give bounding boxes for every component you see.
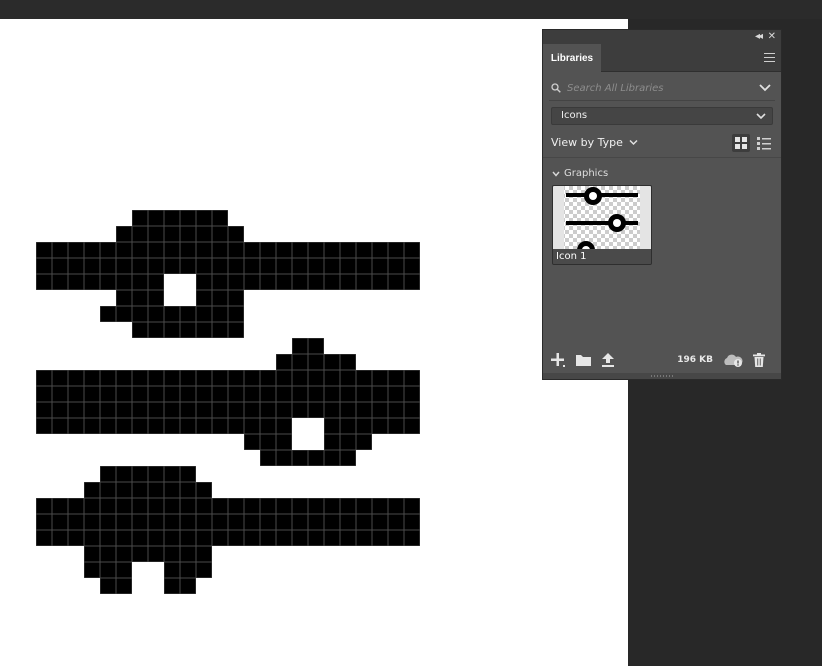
list-view-button[interactable] xyxy=(755,134,773,152)
libraries-panel: ◂◂ ✕ Libraries Icons View by Type xyxy=(542,29,782,380)
panel-chrome: ◂◂ ✕ xyxy=(543,30,781,44)
grid-view-button[interactable] xyxy=(732,134,750,152)
panel-tab-row: Libraries xyxy=(543,44,781,72)
panel-footer: 196 KB xyxy=(543,348,781,372)
divider xyxy=(543,157,781,158)
folder-icon[interactable] xyxy=(575,353,592,367)
pixel-run xyxy=(132,322,244,338)
panel-resize-grip[interactable] xyxy=(543,373,781,379)
search-input[interactable] xyxy=(567,79,747,97)
tab-libraries-label: Libraries xyxy=(550,52,594,64)
asset-card-icon-1[interactable]: Icon 1 xyxy=(552,185,652,265)
search-bar xyxy=(549,76,775,101)
chevron-down-icon xyxy=(756,113,766,120)
view-by-dropdown[interactable]: View by Type xyxy=(551,136,638,149)
tab-libraries[interactable]: Libraries xyxy=(543,44,601,72)
pixel-run xyxy=(276,354,356,370)
app-top-bar xyxy=(0,0,822,19)
pixel-art-slider-icon xyxy=(35,209,421,595)
trash-icon[interactable] xyxy=(753,353,765,367)
upload-icon[interactable] xyxy=(601,353,615,367)
pixel-run xyxy=(100,306,244,322)
section-graphics-toggle[interactable]: Graphics xyxy=(552,168,608,179)
asset-thumbnail xyxy=(553,186,651,251)
section-graphics-label: Graphics xyxy=(564,168,609,179)
artboard xyxy=(0,19,628,666)
chevron-down-icon xyxy=(629,139,638,146)
search-icon xyxy=(551,83,561,93)
view-by-label: View by Type xyxy=(551,136,623,149)
storage-usage: 196 KB xyxy=(677,355,713,365)
asset-label: Icon 1 xyxy=(553,249,651,264)
list-view-icon xyxy=(757,137,771,150)
grid-view-icon xyxy=(735,137,747,149)
library-select[interactable]: Icons xyxy=(551,107,773,125)
close-icon[interactable]: ✕ xyxy=(768,30,776,44)
add-icon[interactable] xyxy=(551,353,565,367)
search-scope-chevron-down-icon[interactable] xyxy=(759,83,771,92)
library-select-value: Icons xyxy=(561,110,588,121)
cloud-sync-icon[interactable] xyxy=(723,353,743,367)
chevron-down-icon xyxy=(552,171,560,177)
panel-menu-icon[interactable] xyxy=(764,53,775,62)
collapse-icon[interactable]: ◂◂ xyxy=(755,30,763,44)
